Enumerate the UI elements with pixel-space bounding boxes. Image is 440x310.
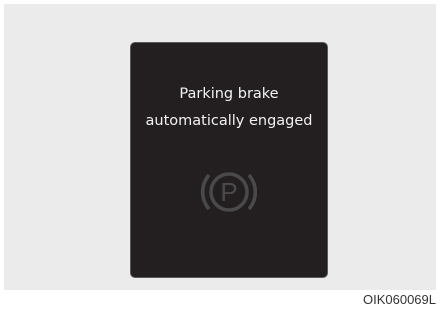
figure-background: Parking brake automatically engaged P <box>4 4 436 290</box>
message-line-2: automatically engaged <box>145 113 313 129</box>
message-line-1: Parking brake <box>179 86 279 102</box>
parking-brake-icon: P <box>201 172 257 212</box>
parking-brake-letter: P <box>220 177 237 207</box>
figure-caption: OIK060069L <box>362 292 436 307</box>
cluster-display: Parking brake automatically engaged P <box>131 43 327 277</box>
